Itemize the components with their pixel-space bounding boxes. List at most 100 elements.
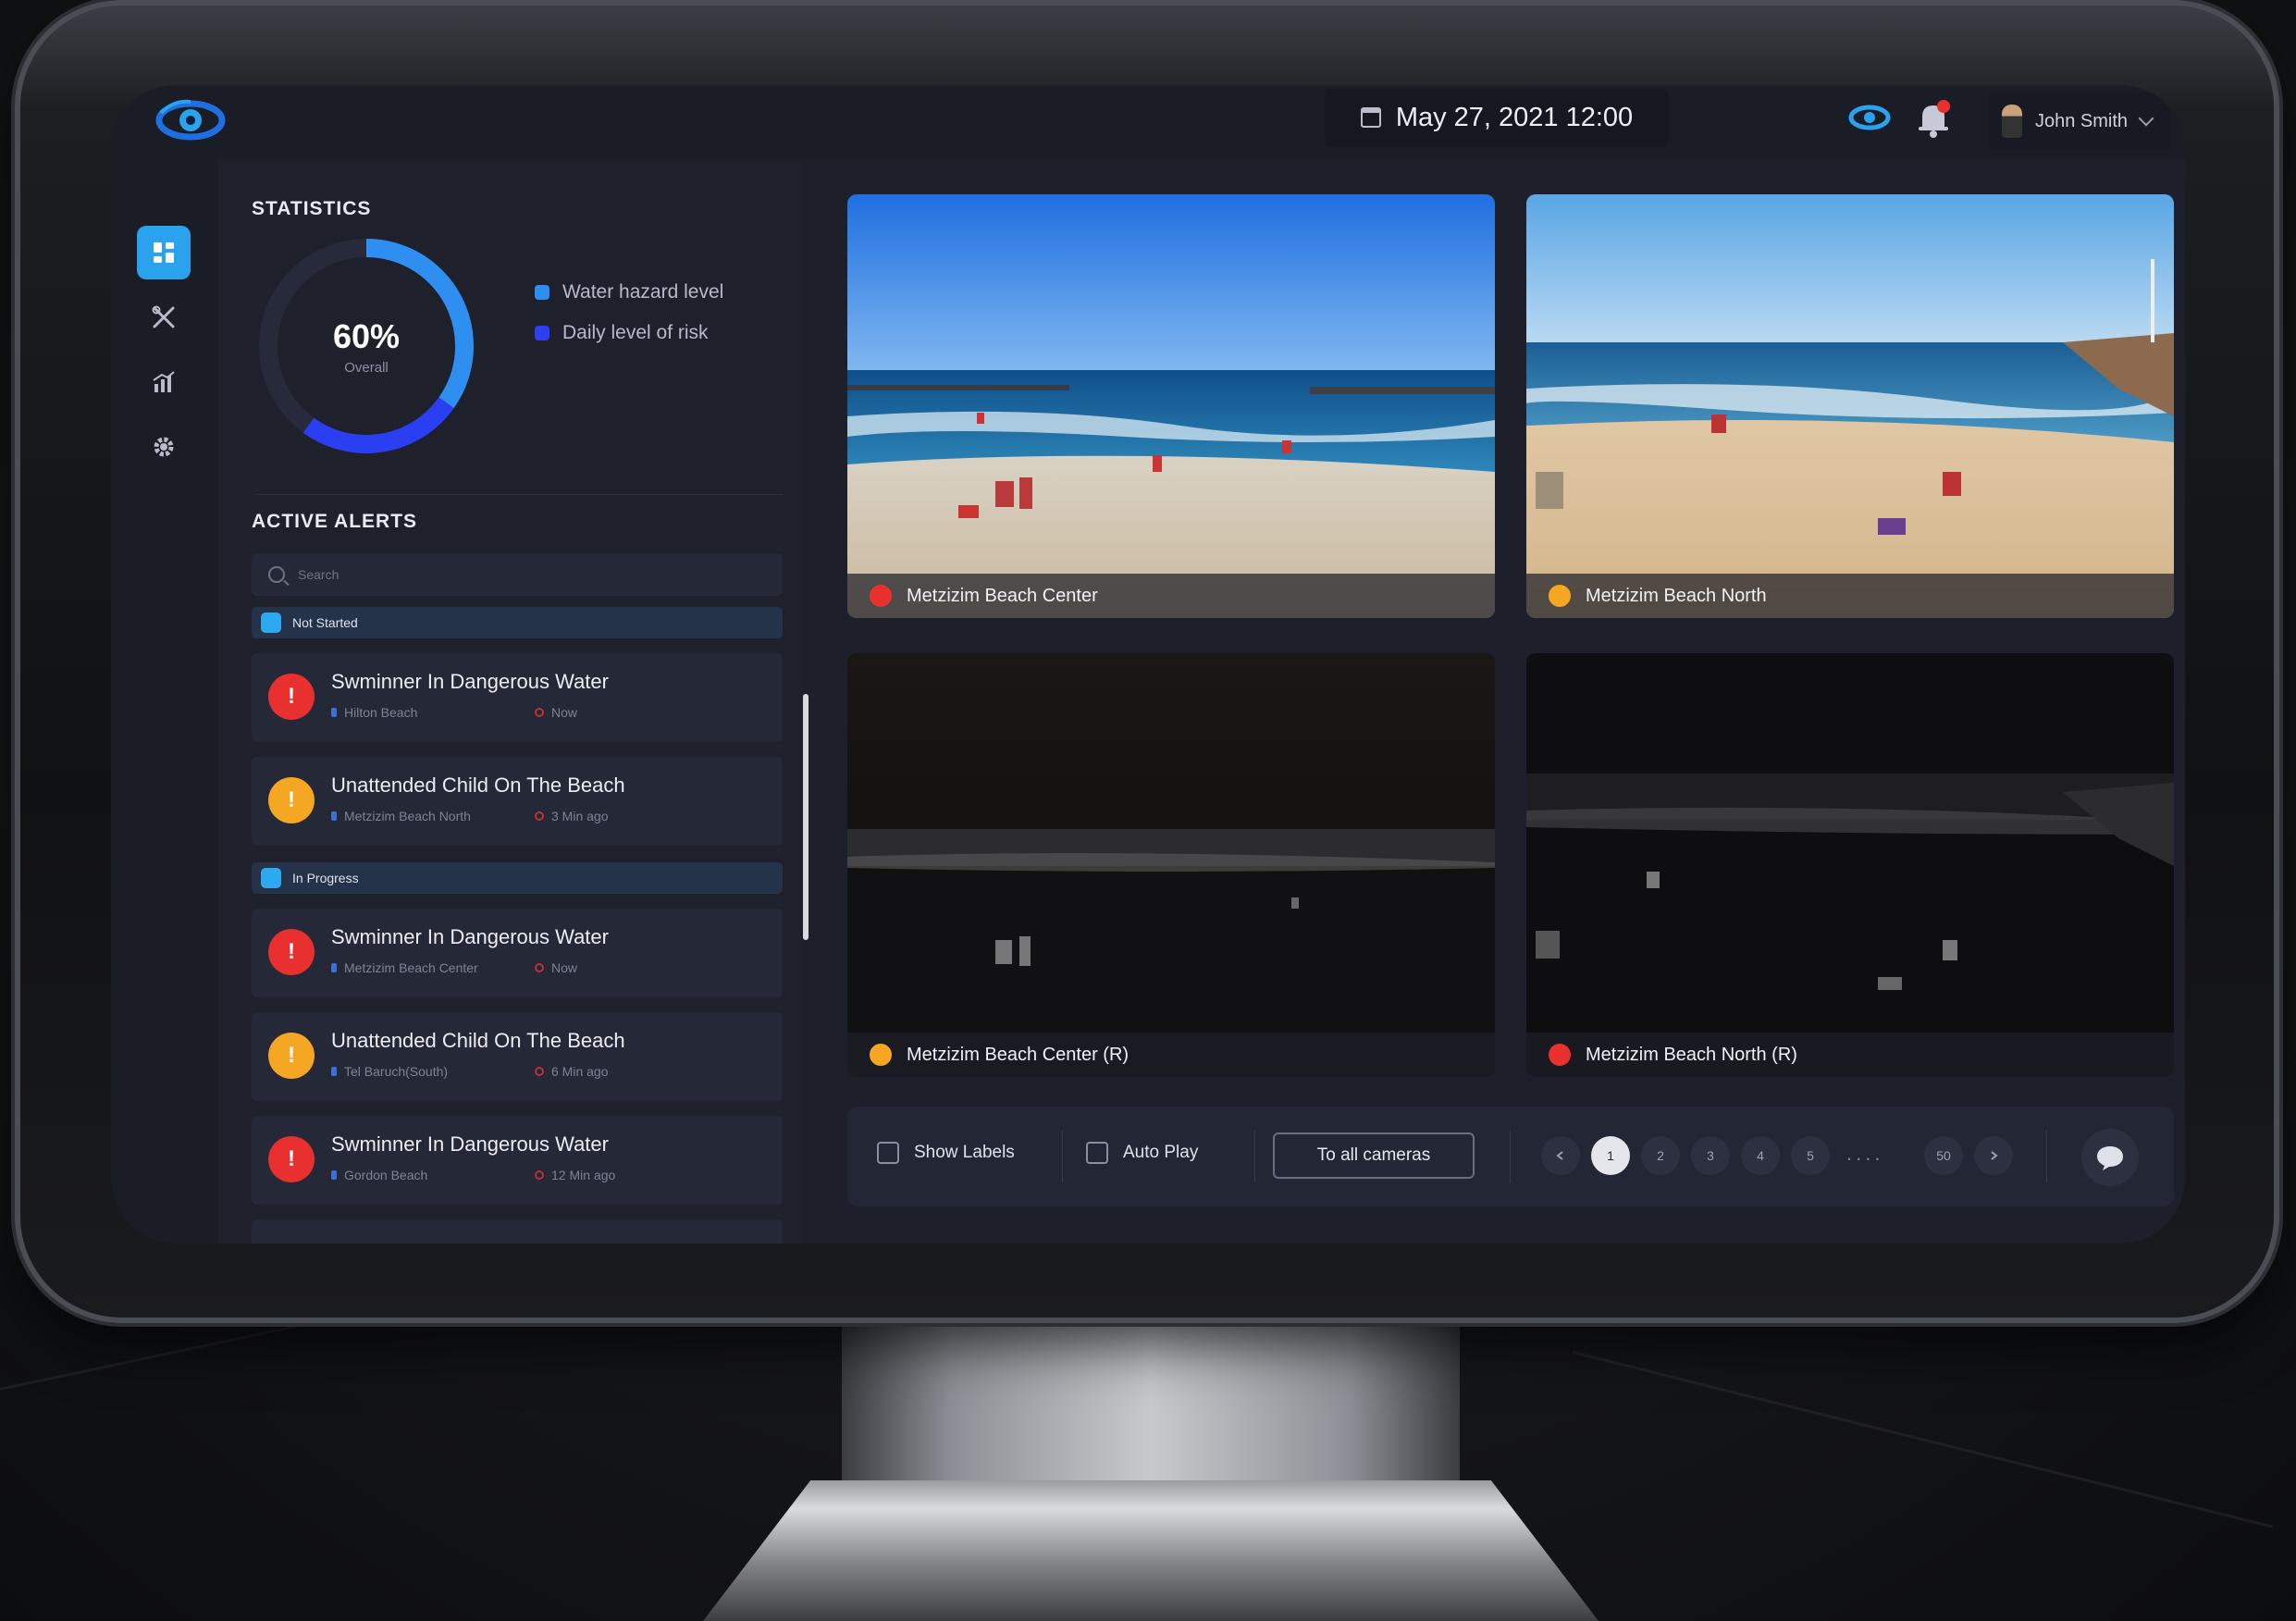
to-all-cameras-button[interactable]: To all cameras — [1273, 1132, 1475, 1179]
alert-item[interactable]: ! Swminner In Dangerous Water Hilton Bea… — [252, 653, 783, 742]
clock-icon — [535, 963, 544, 972]
alert-medium-icon: ! — [268, 1033, 315, 1079]
calendar-icon — [1360, 107, 1381, 128]
overall-label: Overall — [344, 359, 389, 376]
alert-location: Metzizim Beach Center — [331, 960, 478, 975]
camera-name: Metzizim Beach North — [1586, 585, 1767, 606]
alert-item[interactable]: ! Swminner In Dangerous Water Gordon Bea… — [252, 1116, 783, 1205]
alert-location-text: Metzizim Beach Center — [344, 960, 478, 975]
location-icon — [331, 811, 337, 821]
camera-caption: Metzizim Beach North (R) — [1526, 1033, 2174, 1077]
legend-label: Water hazard level — [562, 281, 724, 303]
status-indicator-high — [870, 585, 892, 607]
date-display[interactable]: May 27, 2021 12:00 — [1325, 89, 1669, 146]
tools-icon — [152, 305, 175, 328]
alerts-scrollbar[interactable] — [803, 694, 809, 940]
next-page-button[interactable] — [1974, 1136, 2013, 1175]
alert-item[interactable]: ! Unattended Child On The Beach Tel Baru… — [252, 1012, 783, 1101]
group-label: Not Started — [292, 615, 358, 630]
alerts-search[interactable] — [252, 553, 783, 596]
search-input[interactable] — [296, 566, 744, 583]
sidebar-item-settings[interactable] — [137, 420, 191, 474]
eye-icon[interactable] — [1848, 102, 1891, 133]
toolbar-divider — [1510, 1131, 1511, 1182]
page-button[interactable]: 4 — [1741, 1136, 1780, 1175]
sidebar-item-analytics[interactable] — [137, 355, 191, 409]
statistics-title: STATISTICS — [252, 198, 372, 219]
alert-title: Unattended Child On The Beach — [331, 773, 625, 797]
eye-logo-icon[interactable] — [155, 96, 226, 144]
group-not-started[interactable]: Not Started — [252, 607, 783, 638]
page-button[interactable]: 3 — [1691, 1136, 1730, 1175]
camera-feed[interactable]: Metzizim Beach Center (R) — [847, 653, 1495, 1077]
alert-time-text: 3 Min ago — [551, 809, 609, 823]
alert-time-text: Now — [551, 705, 578, 720]
alert-item-partial[interactable] — [252, 1219, 783, 1244]
location-icon — [331, 1170, 337, 1180]
alert-location-text: Metzizim Beach North — [344, 809, 471, 823]
alert-time: Now — [535, 705, 577, 720]
donut-center-label: 60% Overall — [253, 233, 479, 459]
alert-title: Swminner In Dangerous Water — [331, 925, 609, 948]
alert-location: Hilton Beach — [331, 705, 417, 720]
prev-page-button[interactable] — [1541, 1136, 1580, 1175]
page-button-last[interactable]: 50 — [1924, 1136, 1963, 1175]
group-checkbox[interactable] — [261, 868, 281, 888]
camera-name: Metzizim Beach North (R) — [1586, 1044, 1797, 1065]
alert-location-text: Hilton Beach — [344, 705, 418, 720]
camera-feed[interactable]: Metzizim Beach North (R) — [1526, 653, 2174, 1077]
alert-item[interactable]: ! Unattended Child On The Beach Metzizim… — [252, 757, 783, 846]
sidebar-item-dashboard[interactable] — [137, 226, 191, 279]
alert-time-text: Now — [551, 960, 578, 975]
checkbox-box[interactable] — [1086, 1142, 1108, 1164]
left-panel: STATISTICS 60% Overall Water hazard leve… — [218, 159, 803, 1244]
checkbox-box[interactable] — [877, 1142, 899, 1164]
camera-feed[interactable]: Metzizim Beach Center — [847, 194, 1495, 618]
group-checkbox[interactable] — [261, 613, 281, 633]
camera-image-day — [1526, 194, 2174, 618]
camera-caption: Metzizim Beach North — [1526, 574, 2174, 618]
status-indicator-medium — [1549, 585, 1571, 607]
page-button[interactable]: 2 — [1641, 1136, 1680, 1175]
chat-icon — [2097, 1146, 2123, 1170]
chart-icon — [153, 371, 175, 392]
camera-caption: Metzizim Beach Center — [847, 574, 1495, 618]
camera-image-night — [847, 653, 1495, 1077]
alert-title: Swminner In Dangerous Water — [331, 1132, 609, 1156]
clock-icon — [535, 811, 544, 821]
alert-location-text: Gordon Beach — [344, 1168, 428, 1182]
alert-time: 12 Min ago — [535, 1168, 615, 1182]
group-in-progress[interactable]: In Progress — [252, 862, 783, 894]
camera-feed[interactable]: Metzizim Beach North — [1526, 194, 2174, 618]
chevron-left-icon — [1556, 1151, 1563, 1160]
legend-swatch — [535, 326, 549, 340]
avatar — [2002, 105, 2022, 138]
active-alerts-title: ACTIVE ALERTS — [252, 511, 418, 532]
background-streak — [1572, 1351, 2274, 1528]
camera-image-day — [847, 194, 1495, 618]
alert-time: 3 Min ago — [535, 809, 608, 823]
page-button[interactable]: 1 — [1591, 1136, 1630, 1175]
camera-toolbar: Show Labels Auto Play To all cameras 1 2… — [847, 1107, 2174, 1206]
alert-location-text: Tel Baruch(South) — [344, 1064, 449, 1079]
alert-title: Swminner In Dangerous Water — [331, 670, 609, 693]
bell-icon[interactable] — [1915, 98, 1952, 139]
alert-time-text: 6 Min ago — [551, 1064, 609, 1079]
chat-button[interactable] — [2081, 1129, 2139, 1186]
legend-label: Daily level of risk — [562, 322, 709, 343]
sidebar — [111, 159, 218, 1244]
alert-time: 6 Min ago — [535, 1064, 608, 1079]
location-icon — [331, 1067, 337, 1076]
monitor-stand-neck — [842, 1323, 1460, 1490]
sidebar-item-tools[interactable] — [137, 291, 191, 344]
alert-high-icon: ! — [268, 1136, 315, 1182]
page-button[interactable]: 5 — [1791, 1136, 1830, 1175]
alert-medium-icon: ! — [268, 777, 315, 823]
dashboard-icon — [154, 242, 174, 263]
group-label: In Progress — [292, 871, 359, 885]
alert-item[interactable]: ! Swminner In Dangerous Water Metzizim B… — [252, 909, 783, 997]
user-menu[interactable]: John Smith — [1989, 93, 2170, 150]
auto-play-checkbox[interactable]: Auto Play — [1086, 1142, 1198, 1164]
show-labels-checkbox[interactable]: Show Labels — [877, 1142, 1015, 1164]
gear-icon — [154, 437, 174, 457]
